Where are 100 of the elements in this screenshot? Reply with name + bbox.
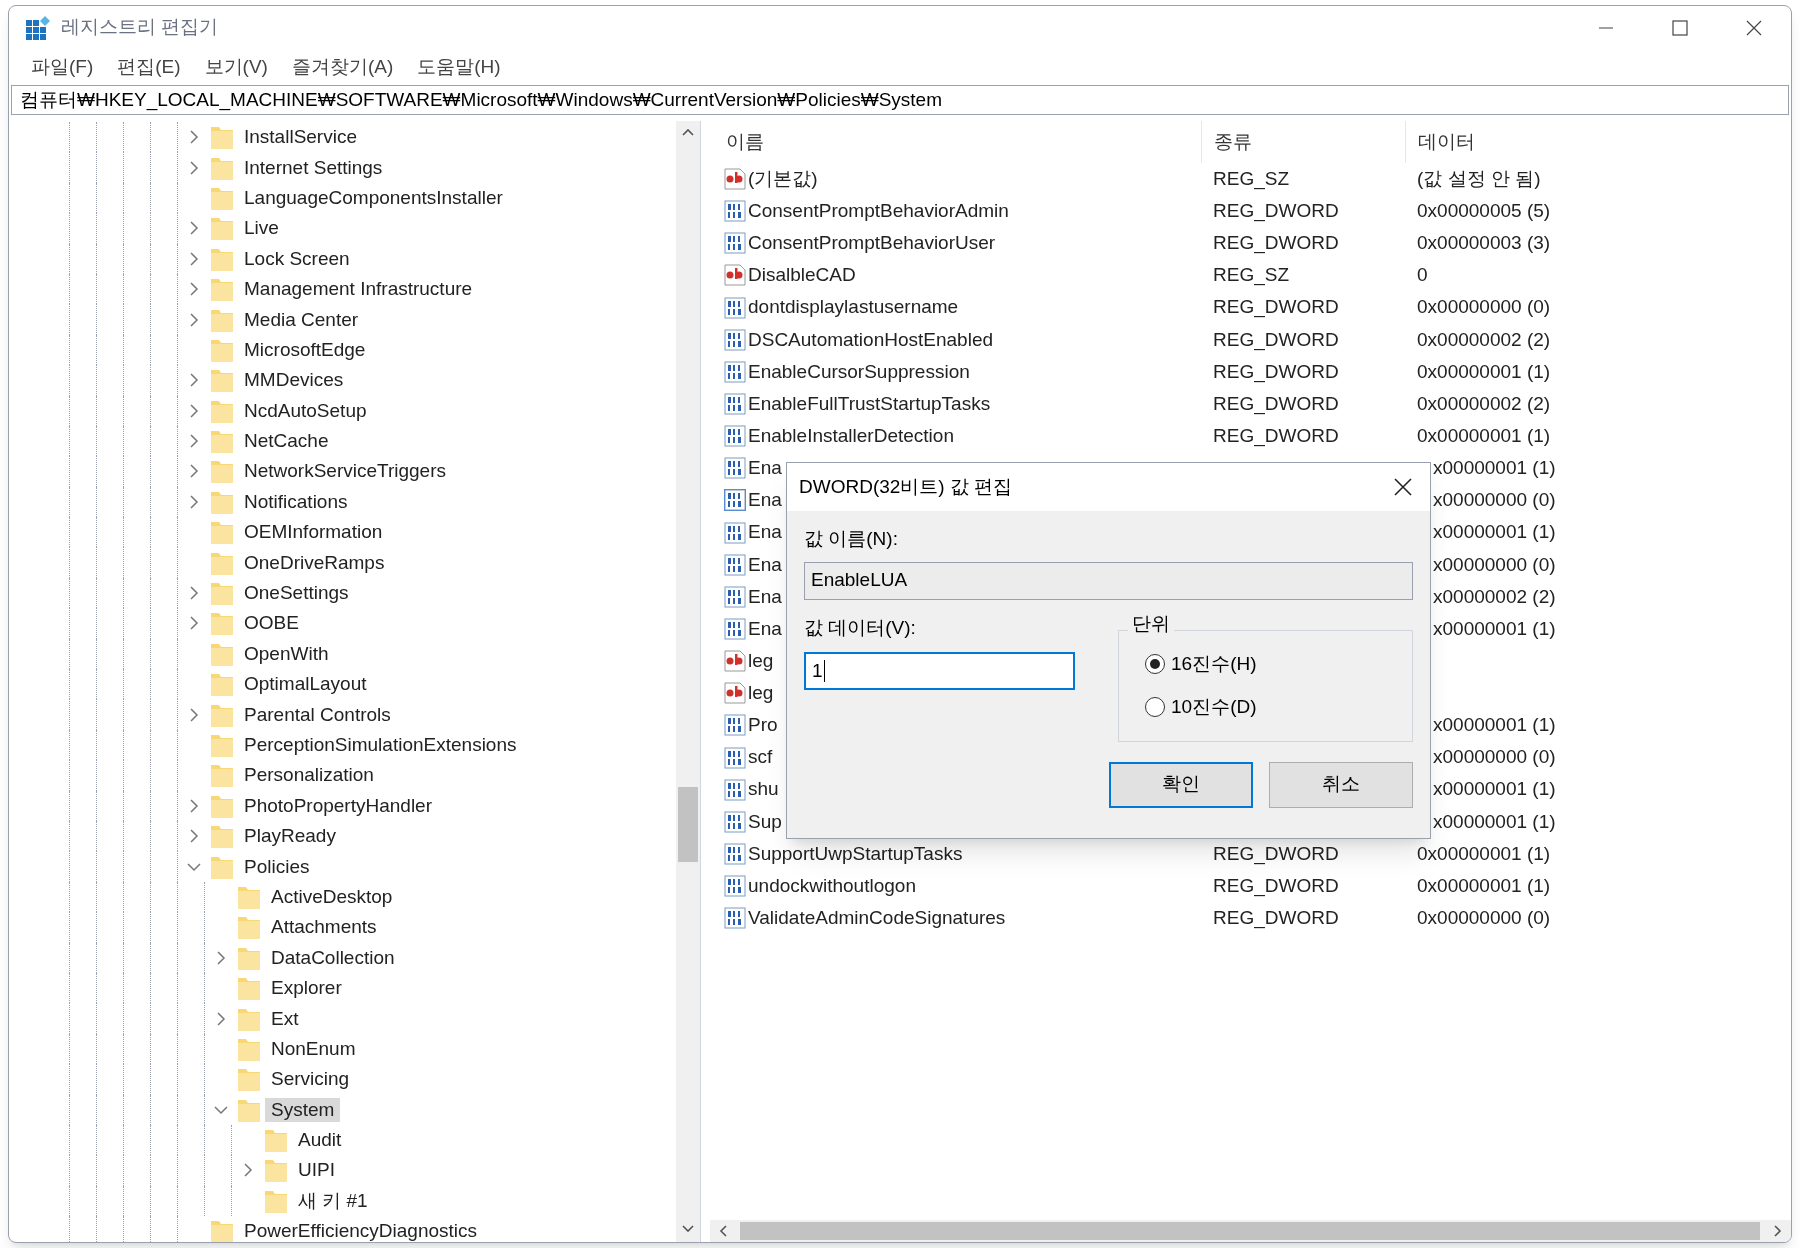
tree-item[interactable]: OptimalLayout	[238, 672, 373, 697]
tree-item[interactable]: UIPI	[292, 1158, 341, 1183]
column-header[interactable]: 데이터	[1418, 127, 1475, 157]
tree-item[interactable]: InstallService	[238, 125, 363, 150]
tree-item[interactable]: OneSettings	[238, 581, 355, 606]
tree-item[interactable]: NcdAutoSetup	[238, 398, 373, 423]
vertical-scrollbar[interactable]	[676, 121, 700, 1242]
tree-item[interactable]: PerceptionSimulationExtensions	[238, 733, 523, 757]
horizontal-scrollbar[interactable]	[710, 1220, 1791, 1242]
folder-icon	[237, 914, 261, 941]
value-name[interactable]: EnableFullTrustStartupTasks	[748, 389, 991, 419]
window-title: 레지스트리 편집기	[61, 15, 219, 40]
tree-item[interactable]: NetworkServiceTriggers	[238, 459, 452, 484]
dialog-button[interactable]: 확인	[1109, 761, 1253, 808]
value-data: 0x00000001 (1)	[1417, 424, 1551, 446]
tree-item[interactable]: Media Center	[238, 307, 365, 332]
folder-icon	[264, 1127, 288, 1154]
value-name[interactable]: ConsentPromptBehaviorAdmin	[748, 196, 1009, 226]
value-name[interactable]: Ena	[748, 518, 782, 547]
value-name[interactable]: DSCAutomationHostEnabled	[748, 325, 994, 354]
value-name[interactable]: undockwithoutlogon	[748, 871, 916, 901]
value-name[interactable]: Pro	[748, 711, 778, 740]
registry-icon	[25, 14, 51, 41]
tree-item[interactable]: Live	[238, 216, 285, 241]
tree-item[interactable]: Management Infrastructure	[238, 277, 479, 302]
value-name[interactable]: Ena	[748, 550, 782, 579]
value-name[interactable]: Sup	[748, 807, 782, 837]
tree-item[interactable]: MMDevices	[238, 368, 350, 393]
tree-item[interactable]: Internet Settings	[238, 155, 389, 180]
folder-icon	[210, 124, 234, 151]
value-name[interactable]: SupportUwpStartupTasks	[748, 839, 963, 869]
tree-item[interactable]: Lock Screen	[238, 246, 356, 271]
scrollbar-thumb[interactable]	[678, 787, 698, 862]
value-name[interactable]: leg	[748, 679, 774, 708]
menu-item[interactable]: 도움말(H)	[405, 52, 513, 82]
tree-item[interactable]: DataCollection	[265, 945, 401, 970]
scroll-right-icon[interactable]	[1773, 1224, 1783, 1238]
address-bar[interactable]: 컴퓨터₩HKEY_LOCAL_MACHINE₩SOFTWARE₩Microsoft₩Windows₩CurrentVersion₩Policies₩System	[11, 85, 1789, 115]
value-name[interactable]: ConsentPromptBehaviorUser	[748, 229, 996, 258]
folder-icon	[210, 732, 234, 758]
value-name[interactable]: (기본값)	[748, 164, 818, 194]
scroll-up-icon[interactable]	[681, 127, 695, 137]
folder-icon	[210, 671, 234, 698]
tree-item[interactable]: Explorer	[265, 976, 348, 1001]
folder-icon	[210, 762, 234, 789]
tree-item[interactable]: 새 키 #1	[292, 1188, 374, 1213]
value-name[interactable]: EnableCursorSuppression	[748, 357, 970, 387]
tree-item[interactable]: Ext	[265, 1006, 305, 1031]
tree-item[interactable]: Attachments	[265, 915, 383, 940]
tree-item[interactable]: LanguageComponentsInstaller	[238, 185, 509, 210]
scroll-left-icon[interactable]	[718, 1224, 728, 1238]
value-name[interactable]: EnableInstallerDetection	[748, 421, 954, 451]
value-name[interactable]: dontdisplaylastusername	[748, 293, 959, 322]
column-header[interactable]: 이름	[726, 127, 764, 157]
column-header[interactable]: 종류	[1214, 127, 1252, 157]
tree-item[interactable]: Policies	[238, 854, 316, 879]
tree-item[interactable]: OneDriveRamps	[238, 550, 391, 575]
menu-item[interactable]: 파일(F)	[19, 52, 106, 82]
value-name[interactable]: ValidateAdminCodeSignatures	[748, 904, 1006, 933]
dialog-button[interactable]: 취소	[1269, 761, 1413, 808]
value-data: 0	[1417, 264, 1428, 286]
value-name[interactable]: Ena	[748, 614, 782, 644]
scrollbar-thumb[interactable]	[740, 1222, 1760, 1240]
tree-item[interactable]: OpenWith	[238, 641, 335, 666]
value-name[interactable]: scf	[748, 743, 773, 772]
value-name[interactable]: Ena	[748, 454, 782, 483]
value-name[interactable]: Ena	[748, 582, 782, 612]
value-name[interactable]: DisalbleCAD	[748, 261, 856, 290]
tree-item[interactable]: Notifications	[238, 489, 354, 514]
menu-item[interactable]: 편집(E)	[105, 52, 193, 82]
value-data-field[interactable]: 1	[804, 652, 1075, 690]
tree-item[interactable]: PhotoPropertyHandler	[238, 793, 438, 818]
value-name[interactable]: shu	[748, 775, 779, 804]
tree-item[interactable]: Audit	[292, 1128, 348, 1153]
tree-item[interactable]: Servicing	[265, 1067, 356, 1092]
tree-item[interactable]: NonEnum	[265, 1036, 362, 1061]
close-icon	[1746, 19, 1762, 36]
value-type: REG_DWORD	[1213, 907, 1339, 929]
scroll-down-icon[interactable]	[681, 1224, 695, 1234]
value-data: 0x00000003 (3)	[1417, 232, 1551, 254]
tree-item[interactable]: OEMInformation	[238, 520, 389, 545]
value-name[interactable]: leg	[748, 646, 774, 676]
tree-item[interactable]: ActiveDesktop	[265, 884, 399, 909]
radio-option[interactable]: 16진수(H)	[1145, 650, 1257, 679]
radio-option[interactable]: 10진수(D)	[1145, 692, 1257, 721]
tree-item[interactable]: NetCache	[238, 429, 335, 454]
tree-item[interactable]: Parental Controls	[238, 702, 397, 727]
field-value: 1	[812, 658, 823, 683]
folder-icon	[210, 276, 234, 303]
tree-item[interactable]: System	[265, 1097, 341, 1122]
value-data: x00000001 (1)	[1433, 521, 1556, 543]
tree-item[interactable]: Personalization	[238, 763, 380, 788]
tree-item[interactable]: PowerEfficiencyDiagnostics	[238, 1219, 484, 1242]
menu-item[interactable]: 보기(V)	[192, 52, 280, 82]
tree-item[interactable]: OOBE	[238, 611, 305, 636]
tree-item[interactable]: MicrosoftEdge	[238, 337, 372, 362]
tree-item[interactable]: PlayReady	[238, 824, 342, 849]
menu-item[interactable]: 즐겨찾기(A)	[279, 52, 406, 82]
value-name[interactable]: Ena	[748, 486, 782, 515]
field-label: 값 이름(N):	[804, 527, 899, 551]
